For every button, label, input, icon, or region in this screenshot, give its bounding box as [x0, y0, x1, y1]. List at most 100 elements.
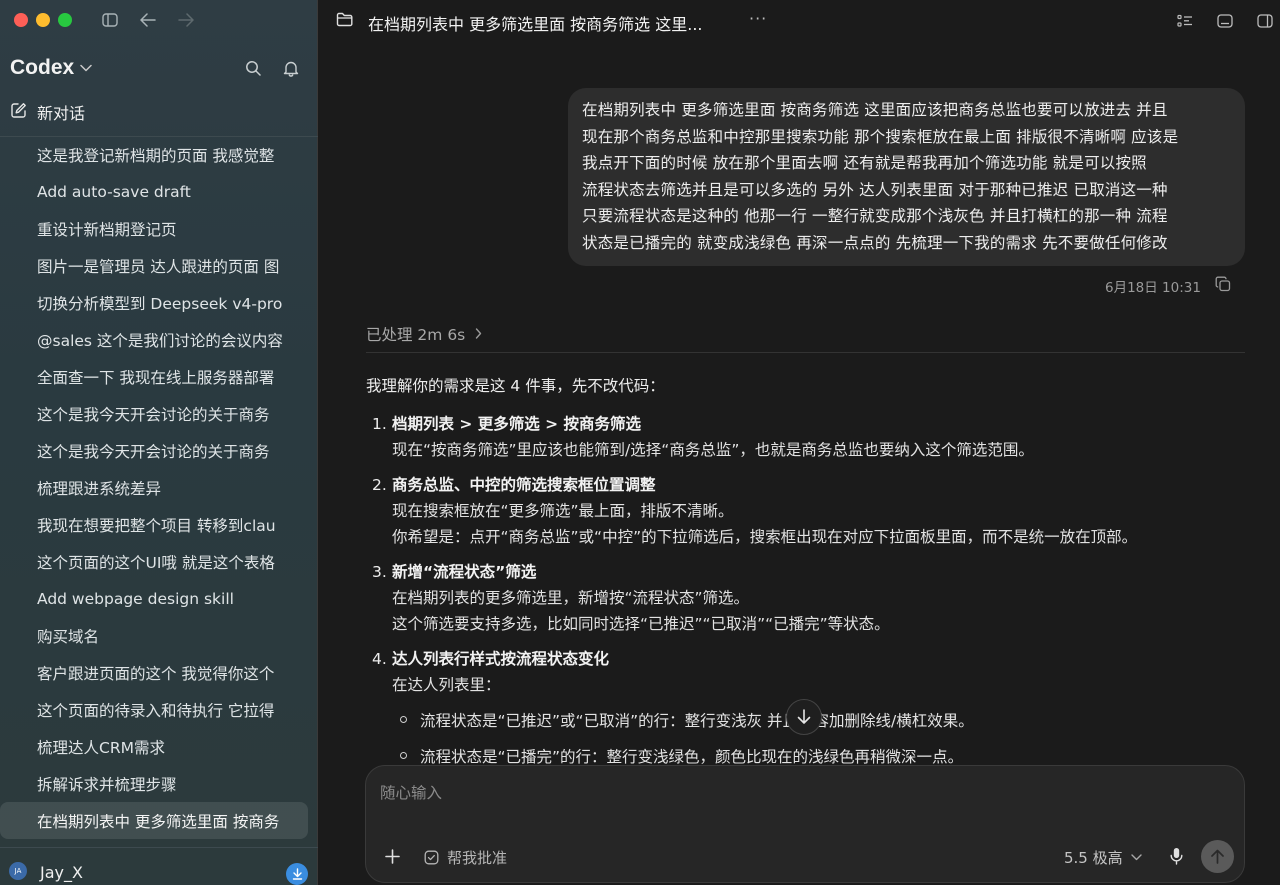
conversation-item[interactable]: 这是我登记新档期的页面 我感觉整 [0, 136, 308, 173]
shield-check-icon [424, 850, 439, 865]
list-item-text: 在达人列表里： [392, 676, 501, 694]
conversation-item[interactable]: 梳理跟进系统差异 [0, 469, 308, 506]
workspace-switcher[interactable]: Codex [10, 56, 92, 80]
avatar: JA [9, 862, 27, 880]
user-message-line: 流程状态去筛选并且是可以多选的 另外 达人列表里面 对于那种已推迟 已取消这一种 [582, 180, 1168, 199]
bell-icon[interactable] [281, 58, 301, 78]
bullet-text: 流程状态是“已推迟”或“已取消”的行：整行变浅灰 并且内容加删除线/横杠效果。 [420, 711, 974, 730]
bullet-text: 流程状态是“已播完”的行：整行变浅绿色，颜色比现在的浅绿色再稍微深一点。 [420, 747, 964, 765]
add-attachment-button[interactable] [382, 846, 402, 866]
model-selector[interactable]: 5.5 极高 [1064, 847, 1142, 868]
message-input[interactable] [380, 784, 1220, 802]
message-timestamp: 6月18日 10:31 [1105, 280, 1201, 296]
conversation-item[interactable]: 这个是我今天开会讨论的关于商务 [0, 395, 308, 432]
sidebar-toggle-icon[interactable] [100, 10, 120, 30]
conversation-item[interactable]: 这个是我今天开会讨论的关于商务 [0, 432, 308, 469]
bullet-marker [400, 752, 407, 759]
conversation-item[interactable]: 我现在想要把整个项目 转移到clau [0, 506, 308, 543]
folder-icon[interactable] [336, 12, 354, 30]
user-message-line: 只要流程状态是这种的 他那一行 一整行就变成那个浅灰色 并且打横杠的那一种 流程 [582, 207, 1168, 226]
terminal-panel-icon[interactable] [1216, 12, 1234, 30]
conversation-item[interactable]: 这个页面的待录入和待执行 它拉得 [0, 691, 308, 728]
list-item-text: 你希望是：点开“商务总监”或“中控”的下拉筛选后，搜索框出现在对应下拉面板里面，… [392, 528, 1138, 546]
chevron-down-icon [80, 61, 92, 75]
model-label: 5.5 极高 [1064, 849, 1123, 867]
microphone-icon [1170, 848, 1182, 865]
checklist-icon[interactable] [1176, 12, 1194, 30]
list-item-text: 在档期列表的更多筛选里，新增按“流程状态”筛选。 [392, 589, 750, 607]
copy-icon[interactable] [1215, 276, 1231, 292]
chevron-down-icon [1130, 854, 1142, 861]
back-arrow-icon[interactable] [138, 10, 158, 30]
approval-mode-label: 帮我批准 [447, 849, 508, 867]
username: Jay_X [40, 863, 83, 882]
assistant-intro: 我理解你的需求是这 4 件事，先不改代码： [366, 377, 665, 395]
list-item-heading: 档期列表 > 更多筛选 > 按商务筛选 [392, 415, 642, 433]
minimize-window-button[interactable] [36, 13, 50, 27]
chevron-right-icon [475, 325, 482, 343]
list-number: 4. [372, 650, 387, 668]
list-item-text: 现在搜索框放在“更多筛选”最上面，排版不清晰。 [392, 502, 734, 520]
app-name: Codex [10, 56, 75, 79]
list-item: 1. 档期列表 > 更多筛选 > 按商务筛选 现在“按商务筛选”里应该也能筛到/… [366, 411, 1246, 463]
list-number: 1. [372, 415, 387, 433]
list-item: 2. 商务总监、中控的筛选搜索框位置调整 现在搜索框放在“更多筛选”最上面，排版… [366, 472, 1246, 550]
chat-panel: 在档期列表中 更多筛选里面 按商务筛选 这里... ··· 在档期列表中 更多筛… [319, 0, 1280, 885]
list-item-text: 这个筛选要支持多选，比如同时选择“已推迟”“已取消”“已播完”等状态。 [392, 615, 890, 633]
message-composer: 帮我批准 5.5 极高 [365, 765, 1245, 883]
conversation-item[interactable]: 拆解诉求并梳理步骤 [0, 765, 308, 802]
more-options-icon[interactable]: ··· [749, 9, 767, 28]
list-item-heading: 达人列表行样式按流程状态变化 [392, 650, 610, 668]
search-icon[interactable] [243, 58, 263, 78]
plus-icon [384, 848, 400, 864]
section-divider [366, 352, 1245, 353]
list-item: 3. 新增“流程状态”筛选 在档期列表的更多筛选里，新增按“流程状态”筛选。 这… [366, 559, 1246, 637]
conversation-item[interactable]: 客户跟进页面的这个 我觉得你这个 [0, 654, 308, 691]
conversation-item[interactable]: Add auto-save draft [0, 173, 308, 210]
list-number: 3. [372, 563, 387, 581]
conversation-item[interactable]: 全面查一下 我现在线上服务器部署 [0, 358, 308, 395]
download-icon [292, 868, 302, 880]
user-message-line: 现在那个商务总监和中控那里搜索功能 那个搜索框放在最上面 排版很不清晰啊 应该是 [582, 127, 1179, 146]
right-panel-toggle-icon[interactable] [1256, 12, 1274, 30]
user-message-line: 状态是已播完的 就变成浅绿色 再深一点点的 先梳理一下我的需求 先不要做任何修改 [582, 233, 1168, 252]
user-message-line: 我点开下面的时候 放在那个里面去啊 还有就是帮我再加个筛选功能 就是可以按照 [582, 154, 1147, 173]
forward-arrow-icon[interactable] [176, 10, 196, 30]
conversation-item-active[interactable]: 在档期列表中 更多筛选里面 按商务 [0, 802, 308, 839]
user-message-line: 在档期列表中 更多筛选里面 按商务筛选 这里面应该把商务总监也要可以放进去 并且 [582, 101, 1168, 119]
compose-icon [10, 102, 27, 123]
new-chat-label: 新对话 [37, 104, 86, 123]
arrow-down-icon [797, 709, 811, 724]
list-item-text: 现在“按商务筛选”里应该也能筛到/选择“商务总监”，也就是商务总监也要纳入这个筛… [392, 441, 1034, 459]
conversation-item[interactable]: 梳理达人CRM需求 [0, 728, 308, 765]
window-controls [14, 13, 72, 27]
download-update-button[interactable] [286, 863, 308, 885]
conversation-item[interactable]: 购买域名 [0, 617, 308, 654]
chat-header: 在档期列表中 更多筛选里面 按商务筛选 这里... ··· [319, 0, 1280, 44]
scroll-to-bottom-button[interactable] [786, 699, 822, 735]
conversation-item[interactable]: @sales 这个是我们讨论的会议内容 [0, 321, 308, 358]
conversation-item[interactable]: 这个页面的这个UI哦 就是这个表格 [0, 543, 308, 580]
processed-summary-toggle[interactable]: 已处理 2m 6s [366, 323, 482, 345]
chat-title: 在档期列表中 更多筛选里面 按商务筛选 这里... [368, 15, 703, 34]
account-footer[interactable]: JA Jay_X [0, 847, 318, 885]
conversation-item[interactable]: Add webpage design skill [0, 580, 308, 617]
processed-label: 已处理 2m 6s [366, 326, 466, 344]
bullet-marker [400, 716, 407, 723]
user-message-bubble: 在档期列表中 更多筛选里面 按商务筛选 这里面应该把商务总监也要可以放进去 并且… [568, 88, 1245, 266]
approval-mode-button[interactable]: 帮我批准 [424, 847, 507, 868]
conversation-item[interactable]: 重设计新档期登记页 [0, 210, 308, 247]
conversation-item[interactable]: 切换分析模型到 Deepseek v4-pro [0, 284, 308, 321]
microphone-button[interactable] [1166, 846, 1186, 866]
arrow-up-icon [1211, 849, 1224, 864]
new-chat-button[interactable]: 新对话 [10, 100, 85, 124]
conversation-list: 这是我登记新档期的页面 我感觉整 Add auto-save draft 重设计… [0, 136, 318, 846]
list-number: 2. [372, 476, 387, 494]
sidebar: Codex 新对话 这是我登记新档期的页面 我感觉整 Add auto-save… [0, 0, 318, 885]
bullet-item: 流程状态是“已播完”的行：整行变浅绿色，颜色比现在的浅绿色再稍微深一点。 [392, 742, 1246, 764]
zoom-window-button[interactable] [58, 13, 72, 27]
conversation-item[interactable]: 图片一是管理员 达人跟进的页面 图 [0, 247, 308, 284]
close-window-button[interactable] [14, 13, 28, 27]
list-item-heading: 商务总监、中控的筛选搜索框位置调整 [392, 476, 656, 494]
send-button[interactable] [1201, 840, 1234, 873]
